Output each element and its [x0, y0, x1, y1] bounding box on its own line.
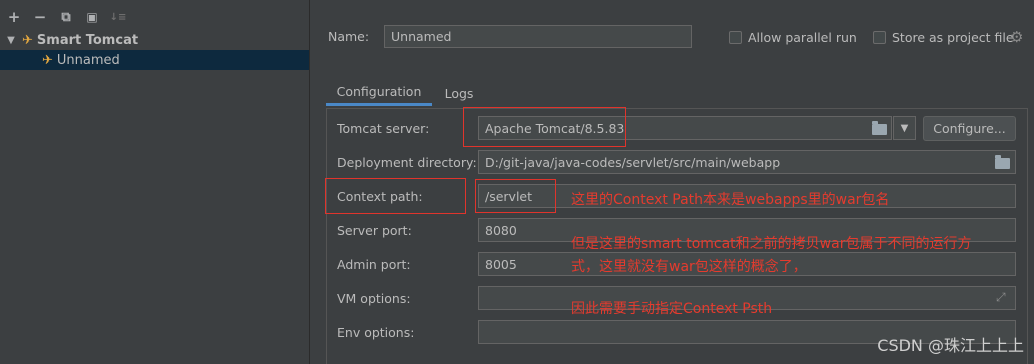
- tree-item-label: Unnamed: [56, 52, 120, 68]
- tab-logs[interactable]: Logs: [436, 80, 482, 106]
- tree-item-label: Smart Tomcat: [36, 32, 139, 48]
- env-options-label: Env options:: [337, 325, 415, 340]
- copy-icon[interactable]: ⧉: [58, 9, 74, 25]
- folder-icon[interactable]: [995, 155, 1010, 169]
- name-field[interactable]: Unnamed: [384, 25, 692, 48]
- tree-item-unnamed[interactable]: ✈ Unnamed: [0, 50, 309, 70]
- admin-port-label: Admin port:: [337, 257, 411, 272]
- tab-label: Configuration: [336, 84, 422, 99]
- sort-icon[interactable]: ↓≡: [110, 9, 127, 25]
- tomcat-icon: ✈: [22, 32, 33, 48]
- context-path-label-highlight: [325, 178, 466, 214]
- server-port-value: 8080: [485, 222, 517, 238]
- gear-icon[interactable]: ⚙: [1010, 28, 1023, 46]
- tree-toolbar: + − ⧉ ▣ ↓≡: [6, 8, 127, 26]
- watermark: CSDN @珠江上上上: [877, 336, 1024, 355]
- tab-label: Logs: [444, 85, 474, 101]
- server-port-label: Server port:: [337, 223, 412, 238]
- folder-icon[interactable]: [872, 121, 887, 135]
- vm-options-label: VM options:: [337, 291, 411, 306]
- allow-parallel-label: Allow parallel run: [748, 30, 857, 45]
- annotation-line-4: 因此需要手动指定Context Psth: [571, 301, 773, 317]
- deployment-dir-field[interactable]: D:/git-java/java-codes/servlet/src/main/…: [478, 150, 1016, 174]
- deployment-dir-value: D:/git-java/java-codes/servlet/src/main/…: [485, 154, 781, 170]
- annotation-line-1: 这里的Context Path本来是webapps里的war包名: [571, 192, 890, 208]
- add-icon[interactable]: +: [6, 8, 22, 26]
- expand-icon[interactable]: ⤢: [996, 290, 1006, 305]
- context-path-value-highlight: [475, 179, 556, 213]
- name-value: Unnamed: [391, 29, 452, 44]
- dropdown-button[interactable]: ▼: [893, 116, 916, 140]
- configure-button[interactable]: Configure...: [923, 116, 1016, 141]
- chevron-down-icon[interactable]: ▼: [4, 35, 18, 46]
- name-label: Name:: [328, 29, 370, 44]
- remove-icon[interactable]: −: [32, 8, 48, 26]
- annotation-line-3: 式，这里就没有war包这样的概念了，: [571, 259, 807, 275]
- allow-parallel-checkbox[interactable]: [729, 31, 742, 44]
- configure-button-label: Configure...: [933, 121, 1006, 136]
- tomcat-icon: ✈: [42, 52, 53, 68]
- store-project-label: Store as project file: [892, 30, 1014, 45]
- run-config-tree-panel: + − ⧉ ▣ ↓≡ ▼ ✈ Smart Tomcat ✈ Unnamed: [0, 0, 310, 364]
- tomcat-server-highlight: [463, 107, 626, 147]
- tree-item-smart-tomcat[interactable]: ▼ ✈ Smart Tomcat: [0, 30, 309, 50]
- deployment-dir-label: Deployment directory:: [337, 155, 477, 170]
- annotation-line-2: 但是这里的smart tomcat和之前的拷贝war包属于不同的运行方: [571, 236, 972, 252]
- admin-port-value: 8005: [485, 256, 517, 272]
- store-project-checkbox[interactable]: [873, 31, 886, 44]
- tab-configuration[interactable]: Configuration: [326, 80, 432, 106]
- tomcat-server-label: Tomcat server:: [337, 121, 430, 136]
- add-folder-icon[interactable]: ▣: [84, 9, 100, 25]
